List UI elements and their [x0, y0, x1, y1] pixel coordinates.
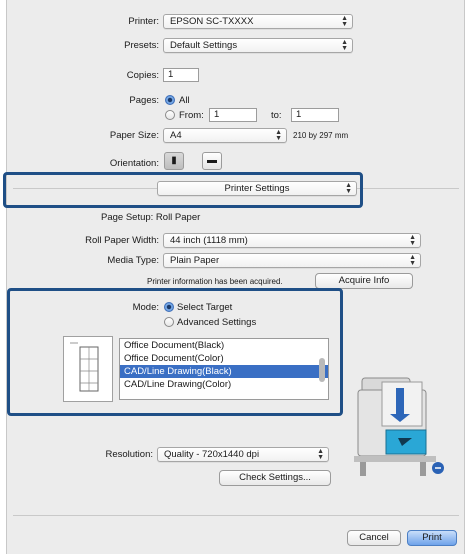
list-item[interactable]: CAD/Line Drawing(Color): [120, 378, 328, 391]
media-type-label: Media Type:: [107, 255, 159, 266]
popup-arrows-icon: ▲ ▼: [341, 39, 348, 52]
cancel-button[interactable]: Cancel: [347, 530, 401, 546]
target-list-scrollbar[interactable]: [319, 358, 325, 382]
printer-value: EPSON SC-TXXXX: [170, 16, 254, 27]
pages-to-field[interactable]: 1: [291, 108, 339, 122]
media-type-value: Plain Paper: [170, 255, 220, 266]
pages-from-radio[interactable]: [165, 110, 175, 120]
pages-from-field[interactable]: 1: [209, 108, 257, 122]
copies-label: Copies:: [126, 70, 159, 81]
presets-label: Presets:: [124, 40, 159, 51]
popup-arrows-icon: ▲ ▼: [409, 254, 416, 267]
popup-arrows-icon: ▲ ▼: [317, 448, 324, 461]
popup-arrows-icon: ▲ ▼: [341, 15, 348, 28]
cad-drawing-icon: [70, 342, 99, 392]
roll-paper-width-label: Roll Paper Width:: [85, 235, 159, 246]
list-item[interactable]: Office Document(Color): [120, 352, 328, 365]
roll-paper-width-value: 44 inch (1118 mm): [170, 235, 248, 246]
printer-icon: [354, 377, 444, 476]
printer-popup[interactable]: EPSON SC-TXXXX ▲ ▼: [163, 14, 353, 29]
mode-advanced-label: Advanced Settings: [177, 317, 257, 328]
paper-size-popup[interactable]: A4 ▲ ▼: [163, 128, 287, 143]
mode-label: Mode:: [132, 302, 159, 313]
resolution-popup[interactable]: Quality - 720x1440 dpi ▲ ▼: [157, 447, 329, 462]
page-setup-text: Page Setup: Roll Paper: [101, 212, 201, 223]
landscape-icon: ▬: [207, 155, 217, 166]
footer-separator: [13, 515, 459, 516]
paper-size-dimensions: 210 by 297 mm: [293, 131, 349, 140]
mode-select-target-label: Select Target: [177, 302, 233, 313]
printer-illustration: [342, 372, 452, 482]
resolution-label: Resolution:: [105, 449, 153, 460]
printer-label: Printer:: [128, 16, 159, 27]
pages-all-label: All: [179, 95, 190, 106]
print-button[interactable]: Print: [407, 530, 457, 546]
mode-advanced-radio[interactable]: [164, 317, 174, 327]
mode-select-target-radio[interactable]: [164, 302, 174, 312]
pages-to-label: to:: [271, 110, 282, 121]
pages-all-radio[interactable]: [165, 95, 175, 105]
media-type-popup[interactable]: Plain Paper ▲ ▼: [163, 253, 421, 268]
paper-size-label: Paper Size:: [109, 130, 159, 141]
printer-info-text: Printer information has been acquired.: [147, 277, 283, 286]
orientation-label: Orientation:: [109, 158, 159, 169]
popup-arrows-icon: ▲ ▼: [409, 234, 416, 247]
portrait-button[interactable]: ▮: [164, 152, 184, 170]
presets-popup[interactable]: Default Settings ▲ ▼: [163, 38, 353, 53]
list-item-selected[interactable]: CAD/Line Drawing(Black): [120, 365, 328, 378]
resolution-value: Quality - 720x1440 dpi: [164, 449, 260, 460]
section-popup-highlight: [3, 172, 363, 208]
roll-paper-width-popup[interactable]: 44 inch (1118 mm) ▲ ▼: [163, 233, 421, 248]
pages-label: Pages:: [129, 95, 159, 106]
acquire-info-button[interactable]: Acquire Info: [315, 273, 413, 289]
copies-field[interactable]: 1: [163, 68, 199, 82]
presets-value: Default Settings: [170, 40, 238, 51]
document-thumbnail: [63, 336, 113, 402]
check-settings-button[interactable]: Check Settings...: [219, 470, 331, 486]
pages-from-label: From:: [179, 110, 204, 121]
landscape-button[interactable]: ▬: [202, 152, 222, 170]
target-list[interactable]: Office Document(Black) Office Document(C…: [119, 338, 329, 400]
portrait-icon: ▮: [171, 155, 177, 166]
list-item[interactable]: Office Document(Black): [120, 339, 328, 352]
popup-arrows-icon: ▲ ▼: [275, 129, 282, 142]
print-dialog: Printer: EPSON SC-TXXXX ▲ ▼ Presets: Defa…: [3, 0, 465, 554]
paper-size-value: A4: [170, 130, 182, 141]
